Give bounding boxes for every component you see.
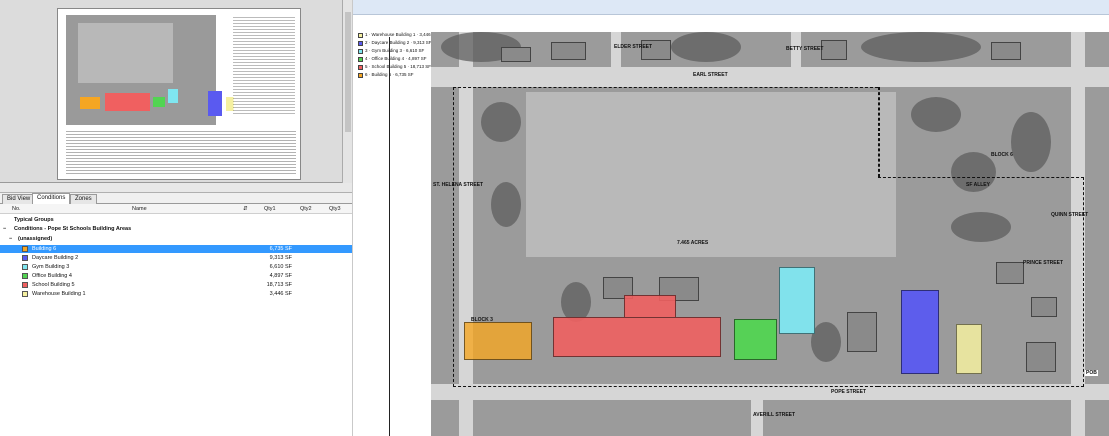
- legend: 1 · Warehouse Building 1 · 3,446 SF 2 · …: [357, 31, 438, 79]
- condition-row[interactable]: Daycare Building 2 9,313 SF: [0, 254, 352, 262]
- elder-street-label: ELDER STREET: [614, 44, 653, 50]
- viewer-toolbar: [353, 0, 1109, 15]
- legend-item: 5 · School Building 5 · 18,713 SF: [357, 63, 437, 71]
- acres-label: 7.465 ACRES: [677, 240, 709, 246]
- color-swatch: [22, 273, 28, 279]
- tab-bid-view[interactable]: Bid View: [2, 194, 36, 204]
- col-no[interactable]: No.: [12, 206, 21, 212]
- margin-line: [389, 37, 390, 436]
- group-unassigned[interactable]: − (unassigned): [0, 235, 352, 243]
- sort-icon: ⇵: [243, 206, 248, 212]
- thumbnail-scrollbar[interactable]: [342, 0, 352, 183]
- panel-tabs: Bid View Conditions Zones: [0, 193, 352, 204]
- thumbnail-sheet: [57, 8, 301, 180]
- st-helena-street-label: ST. HELENA STREET: [433, 182, 484, 188]
- legend-item: 3 · Gym Building 3 · 6,610 SF: [357, 47, 437, 55]
- condition-row[interactable]: Office Building 4 4,897 SF: [0, 272, 352, 280]
- tab-conditions[interactable]: Conditions: [32, 193, 71, 204]
- condition-row[interactable]: Warehouse Building 1 3,446 SF: [0, 290, 352, 298]
- tab-zones[interactable]: Zones: [70, 194, 97, 204]
- col-qty3[interactable]: Qty3: [329, 206, 341, 212]
- earl-street: [431, 67, 1109, 87]
- block-6-label: BLOCK 6: [991, 152, 1013, 158]
- col-qty1[interactable]: Qty1: [264, 206, 276, 212]
- color-swatch: [22, 291, 28, 297]
- legend-item: 4 · Office Building 4 · 4,897 SF: [357, 55, 437, 63]
- group-typical[interactable]: Typical Groups: [0, 216, 352, 224]
- color-swatch: [22, 246, 28, 252]
- col-qty2[interactable]: Qty2: [300, 206, 312, 212]
- gym-building-3-area[interactable]: [779, 267, 815, 334]
- prince-street-label: PRINCE STREET: [1023, 260, 1064, 266]
- color-swatch: [22, 255, 28, 261]
- school-building-5-area[interactable]: [624, 295, 676, 317]
- color-swatch: [22, 282, 28, 288]
- collapse-icon[interactable]: −: [9, 235, 12, 243]
- pope-street-label: POPE STREET: [831, 389, 867, 395]
- legend-item: 6 · Building 6 · 6,735 SF: [357, 71, 437, 79]
- building-6-area[interactable]: [464, 322, 532, 360]
- color-swatch: [22, 264, 28, 270]
- pob-label: POB: [1085, 370, 1098, 376]
- condition-row[interactable]: Building 6 6,735 SF: [0, 245, 352, 253]
- collapse-icon[interactable]: −: [3, 225, 6, 233]
- school-building-5-area[interactable]: [553, 317, 721, 357]
- block-3-label: BLOCK 3: [471, 317, 493, 323]
- condition-row[interactable]: Gym Building 3 6,610 SF: [0, 263, 352, 271]
- left-panel: Bid View Conditions Zones No. Name ⇵ Qty…: [0, 0, 352, 436]
- warehouse-building-1-area[interactable]: [956, 324, 982, 374]
- col-name[interactable]: Name: [132, 206, 147, 212]
- quinn-street-label: QUINN STREET: [1051, 212, 1089, 218]
- legend-item: 2 · Daycare Building 2 · 9,313 SF: [357, 39, 437, 47]
- legend-item: 1 · Warehouse Building 1 · 3,446 SF: [357, 31, 438, 39]
- conditions-grid: No. Name ⇵ Qty1 Qty2 Qty3 Typical Groups…: [0, 204, 352, 436]
- averill-street-road: [751, 400, 763, 436]
- group-conditions[interactable]: − Conditions - Pope St Schools Building A…: [0, 225, 352, 233]
- office-building-4-area[interactable]: [734, 319, 777, 360]
- sheet-thumbnail[interactable]: [0, 0, 352, 183]
- daycare-building-2-area[interactable]: [901, 290, 939, 374]
- averill-street-label: AVERILL STREET: [753, 412, 796, 418]
- grid-header: No. Name ⇵ Qty1 Qty2 Qty3: [0, 204, 352, 214]
- panel-splitter[interactable]: [0, 183, 352, 193]
- betty-street-label: BETTY STREET: [786, 46, 824, 52]
- sf-alley-label: SF ALLEY: [966, 182, 990, 188]
- drawing-viewer[interactable]: 1 · Warehouse Building 1 · 3,446 SF 2 · …: [353, 0, 1109, 436]
- earl-street-label: EARL STREET: [693, 72, 728, 78]
- condition-row[interactable]: School Building 5 18,713 SF: [0, 281, 352, 289]
- aerial-site-plan[interactable]: ELDER STREET EARL STREET BETTY STREET PO…: [431, 32, 1109, 436]
